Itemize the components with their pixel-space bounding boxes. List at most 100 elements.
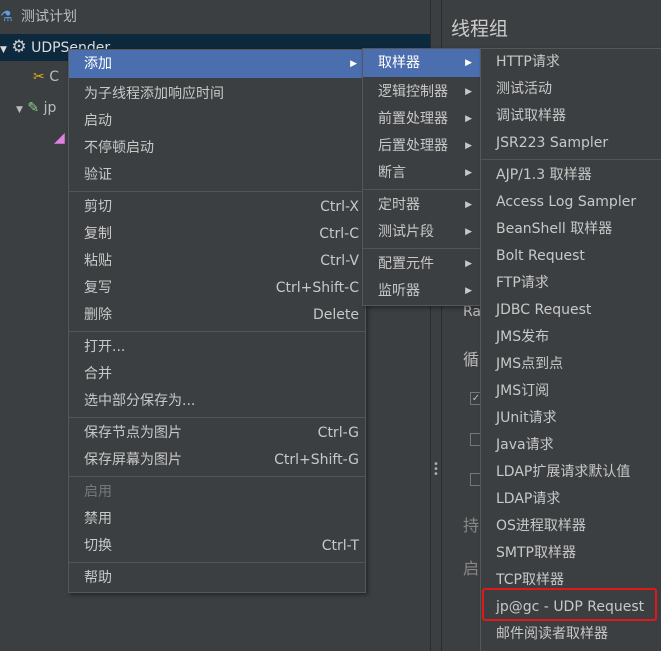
menu-item-label: JDBC Request	[496, 302, 592, 318]
menu-item[interactable]: 启动	[69, 108, 365, 135]
menu-item[interactable]: 为子线程添加响应时间	[69, 81, 365, 108]
menu-item[interactable]: 帮助	[69, 565, 365, 592]
submenu-item[interactable]: 后置处理器 ▶	[363, 133, 480, 160]
menu-item-label: LDAP扩展请求默认值	[496, 464, 631, 480]
menu-item[interactable]: 添加 ▶	[69, 50, 365, 78]
sampler-item[interactable]: JSR223 Sampler	[481, 130, 661, 157]
menu-item[interactable]: 启用	[69, 479, 365, 506]
submenu-item[interactable]: 测试片段 ▶	[363, 219, 480, 246]
menu-item-label: SMTP取样器	[496, 545, 576, 561]
sampler-item[interactable]: JMS点到点	[481, 351, 661, 378]
menu-item-label: OS进程取样器	[496, 518, 586, 534]
field-label: 启	[463, 559, 480, 578]
menu-item-label: Access Log Sampler	[496, 194, 637, 210]
tree-item-config[interactable]: ✂ C	[33, 64, 59, 90]
field-label: 循	[463, 350, 480, 369]
context-menu: 添加 ▶ 为子线程添加响应时间 启动不停顿启动验证剪切 Ctrl-X 复制 Ctrl-C 粘贴…	[68, 49, 366, 593]
menu-item-label: FTP请求	[496, 275, 549, 291]
menu-item[interactable]: 粘贴 Ctrl-V	[69, 248, 365, 275]
sampler-item[interactable]: AJP/1.3 取样器	[481, 162, 661, 189]
annotation-highlight-box	[482, 588, 657, 621]
menu-item-label: 选中部分保存为...	[84, 393, 196, 409]
flask-icon: ⚗	[0, 9, 13, 25]
sampler-item[interactable]: Access Log Sampler	[481, 189, 661, 216]
menu-item[interactable]: 删除 Delete	[69, 302, 365, 329]
submenu-item[interactable]: 取样器 ▶	[363, 49, 480, 77]
menu-separator	[69, 331, 365, 332]
menu-item-label: 添加	[84, 56, 112, 72]
menu-item-label: 打开...	[84, 339, 126, 355]
menu-item-label: 合并	[84, 366, 112, 382]
menu-item[interactable]: 合并	[69, 361, 365, 388]
menu-item-label: JMS点到点	[496, 356, 564, 372]
sampler-item[interactable]: 调试取样器	[481, 103, 661, 130]
sampler-item[interactable]: JDBC Request	[481, 297, 661, 324]
menu-item-label: JMS发布	[496, 329, 550, 345]
menu-separator	[363, 189, 480, 190]
splitter-grip-icon[interactable]: • • •	[433, 460, 439, 480]
menu-item[interactable]: 保存屏幕为图片 Ctrl+Shift-G	[69, 447, 365, 474]
sampler-item[interactable]: Java请求	[481, 432, 661, 459]
tree-item-jp[interactable]: ▼ ✎ jp	[16, 95, 56, 121]
menu-separator	[69, 562, 365, 563]
expand-icon[interactable]: ▼	[16, 105, 23, 115]
submenu-item[interactable]: 配置元件 ▶	[363, 251, 480, 278]
menu-item-label: 不停顿启动	[84, 140, 154, 156]
sampler-item[interactable]: 邮件阅读者取样器	[481, 621, 661, 648]
submenu-item[interactable]: 断言 ▶	[363, 160, 480, 187]
sampler-item[interactable]: JMS订阅	[481, 378, 661, 405]
shortcut-label: Ctrl+Shift-C	[275, 280, 359, 296]
menu-item[interactable]: 打开...	[69, 334, 365, 361]
shortcut-label: Ctrl-G	[317, 425, 359, 441]
menu-item-label: JSR223 Sampler	[496, 135, 609, 151]
menu-item-label: TCP取样器	[496, 572, 564, 588]
menu-item[interactable]: 禁用	[69, 506, 365, 533]
menu-item-label: 禁用	[84, 511, 112, 527]
menu-item-label: 帮助	[84, 570, 112, 586]
field-label: 持	[463, 516, 480, 535]
sampler-item[interactable]: JUnit请求	[481, 405, 661, 432]
menu-item-label: 切换	[84, 538, 112, 554]
submenu-arrow-icon: ▶	[350, 59, 357, 69]
sampler-item[interactable]: OS进程取样器	[481, 513, 661, 540]
submenu-arrow-icon: ▶	[465, 227, 472, 237]
sampler-item[interactable]: SMTP取样器	[481, 540, 661, 567]
menu-item[interactable]: 不停顿启动	[69, 135, 365, 162]
sampler-item[interactable]: FTP请求	[481, 270, 661, 297]
menu-item-label: Bolt Request	[496, 248, 585, 264]
sampler-item[interactable]: 测试活动	[481, 76, 661, 103]
tree-item-listener[interactable]: ◢	[54, 125, 65, 151]
menu-item-label: 启用	[84, 484, 112, 500]
submenu-item[interactable]: 前置处理器 ▶	[363, 106, 480, 133]
menu-item[interactable]: 剪切 Ctrl-X	[69, 194, 365, 221]
sampler-item[interactable]: JMS发布	[481, 324, 661, 351]
menu-item[interactable]: 保存节点为图片 Ctrl-G	[69, 420, 365, 447]
sampler-submenu: HTTP请求 测试活动 调试取样器 JSR223 Sampler AJP/1.3 取样器…	[480, 48, 661, 651]
menu-item[interactable]: 选中部分保存为...	[69, 388, 365, 415]
menu-item-label: 监听器	[378, 283, 420, 299]
submenu-item[interactable]: 定时器 ▶	[363, 192, 480, 219]
menu-item[interactable]: 复写 Ctrl+Shift-C	[69, 275, 365, 302]
submenu-item[interactable]: 逻辑控制器 ▶	[363, 79, 480, 106]
submenu-item[interactable]: 监听器 ▶	[363, 278, 480, 305]
menu-item[interactable]: 复制 Ctrl-C	[69, 221, 365, 248]
menu-item-label: 验证	[84, 167, 112, 183]
sampler-item[interactable]: HTTP请求	[481, 49, 661, 76]
expand-icon[interactable]: ▼	[0, 45, 7, 55]
menu-item-label: 测试片段	[378, 224, 434, 240]
menu-item[interactable]: 验证	[69, 162, 365, 189]
shortcut-label: Ctrl+Shift-G	[274, 452, 359, 468]
menu-item[interactable]: 切换 Ctrl-T	[69, 533, 365, 560]
sampler-item[interactable]: Bolt Request	[481, 243, 661, 270]
sampler-item[interactable]: BeanShell 取样器	[481, 216, 661, 243]
sampler-item[interactable]: LDAP扩展请求默认值	[481, 459, 661, 486]
menu-item-label: 定时器	[378, 197, 420, 213]
pencil-icon: ✎	[27, 100, 40, 116]
submenu-arrow-icon: ▶	[465, 114, 472, 124]
submenu-arrow-icon: ▶	[465, 259, 472, 269]
submenu-arrow-icon: ▶	[465, 168, 472, 178]
sampler-item[interactable]: LDAP请求	[481, 486, 661, 513]
panel-title: 线程组	[451, 18, 509, 40]
tree-item-test-plan[interactable]: ⚗ 测试计划	[0, 4, 77, 30]
menu-item-label: 复制	[84, 226, 112, 242]
